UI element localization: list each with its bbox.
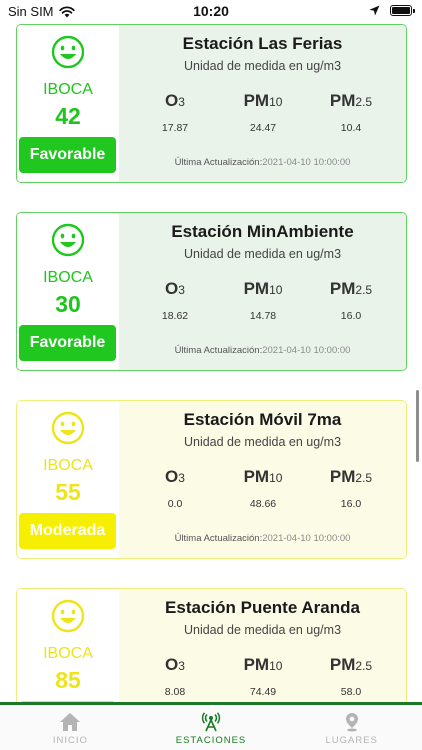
air-quality-badge: Favorable bbox=[19, 137, 116, 173]
pollutant-o3-value: 17.87 bbox=[161, 122, 189, 134]
status-bar: Sin SIM 10:20 bbox=[0, 0, 422, 24]
pollutant-o3: O3 0.0 bbox=[135, 467, 215, 510]
pollutant-pm10: PM10 48.66 bbox=[223, 467, 303, 510]
iboca-panel: IBOCA 42 Favorable bbox=[17, 25, 119, 182]
station-details: Estación Puente Aranda Unidad de medida … bbox=[119, 589, 406, 702]
station-card[interactable]: IBOCA 85 Moderada Estación Puente Aranda… bbox=[16, 588, 407, 702]
station-details: Estación Móvil 7ma Unidad de medida en u… bbox=[119, 401, 406, 558]
last-update-time: 2021-04-10 10:00:00 bbox=[262, 533, 351, 544]
smiley-face-icon bbox=[51, 599, 85, 633]
pollutant-pm10-name: PM10 bbox=[243, 91, 283, 110]
pollutant-pm10-value: 74.49 bbox=[249, 686, 277, 698]
pollutant-pm10-value: 14.78 bbox=[249, 310, 277, 322]
pollutant-pm25-name: PM2.5 bbox=[329, 467, 373, 486]
status-icons bbox=[369, 5, 415, 16]
station-details: Estación MinAmbiente Unidad de medida en… bbox=[119, 213, 406, 370]
pollutant-o3: O3 17.87 bbox=[135, 91, 215, 134]
pollutant-o3-value: 0.0 bbox=[167, 498, 183, 510]
unit-label: Unidad de medida en ug/m3 bbox=[183, 623, 342, 637]
place-pin-icon bbox=[345, 713, 358, 732]
pollutant-pm25-name: PM2.5 bbox=[329, 279, 373, 298]
pollutant-pm10: PM10 24.47 bbox=[223, 91, 303, 134]
station-list[interactable]: IBOCA 42 Favorable Estación Las Ferias U… bbox=[0, 24, 422, 702]
unit-label: Unidad de medida en ug/m3 bbox=[183, 247, 342, 261]
iboca-label: IBOCA bbox=[43, 645, 93, 662]
station-name: Estación Las Ferias bbox=[182, 34, 343, 53]
air-quality-badge: Moderada bbox=[19, 513, 116, 549]
last-update-time: 2021-04-10 10:00:00 bbox=[262, 345, 351, 356]
station-name: Estación MinAmbiente bbox=[171, 222, 354, 241]
station-icon bbox=[201, 712, 221, 732]
tab-inicio[interactable]: INICIO bbox=[0, 705, 141, 750]
pollutant-pm10: PM10 14.78 bbox=[223, 279, 303, 322]
location-arrow-icon bbox=[369, 5, 380, 16]
smiley-face-icon bbox=[51, 35, 85, 69]
battery-level bbox=[392, 7, 410, 14]
air-quality-badge: Favorable bbox=[19, 325, 116, 361]
pollutant-pm25-value: 16.0 bbox=[340, 498, 362, 510]
station-card[interactable]: IBOCA 42 Favorable Estación Las Ferias U… bbox=[16, 24, 407, 183]
pollutant-o3-name: O3 bbox=[165, 279, 185, 298]
iboca-label: IBOCA bbox=[43, 269, 93, 286]
pollutant-pm25: PM2.5 58.0 bbox=[311, 655, 391, 698]
pollutant-pm25-value: 58.0 bbox=[340, 686, 362, 698]
smiley-face-icon bbox=[51, 411, 85, 445]
last-update-label: Última Actualización: bbox=[174, 533, 263, 544]
pollutant-o3-value: 18.62 bbox=[161, 310, 189, 322]
iboca-label: IBOCA bbox=[43, 81, 93, 98]
station-card[interactable]: IBOCA 55 Moderada Estación Móvil 7ma Uni… bbox=[16, 400, 407, 559]
home-icon bbox=[60, 713, 81, 731]
pollutant-pm25-name: PM2.5 bbox=[329, 91, 373, 110]
last-update-label: Última Actualización: bbox=[174, 345, 263, 356]
battery-icon bbox=[390, 5, 415, 16]
pollutant-pm10-name: PM10 bbox=[243, 467, 283, 486]
last-update: Última Actualización:2021-04-10 10:00:00 bbox=[119, 345, 406, 356]
station-name: Estación Puente Aranda bbox=[165, 598, 360, 617]
iboca-value: 55 bbox=[55, 479, 81, 505]
iboca-panel: IBOCA 30 Favorable bbox=[17, 213, 119, 370]
pollutant-pm10-name: PM10 bbox=[243, 655, 283, 674]
unit-label: Unidad de medida en ug/m3 bbox=[183, 59, 342, 73]
tab-label: ESTACIONES bbox=[175, 735, 247, 746]
pollutant-o3-value: 8.08 bbox=[164, 686, 186, 698]
pollutant-o3: O3 8.08 bbox=[135, 655, 215, 698]
iboca-panel: IBOCA 85 Moderada bbox=[17, 589, 119, 702]
iboca-panel: IBOCA 55 Moderada bbox=[17, 401, 119, 558]
last-update: Última Actualización:2021-04-10 10:00:00 bbox=[119, 533, 406, 544]
station-details: Estación Las Ferias Unidad de medida en … bbox=[119, 25, 406, 182]
last-update-label: Última Actualización: bbox=[174, 157, 263, 168]
pollutant-pm25-value: 16.0 bbox=[340, 310, 362, 322]
scrollbar[interactable] bbox=[416, 390, 419, 462]
last-update: Última Actualización:2021-04-10 10:00:00 bbox=[119, 157, 406, 168]
pollutant-pm25: PM2.5 16.0 bbox=[311, 279, 391, 322]
last-update-time: 2021-04-10 10:00:00 bbox=[262, 157, 351, 168]
smiley-face-icon bbox=[51, 223, 85, 257]
pollutant-pm10: PM10 74.49 bbox=[223, 655, 303, 698]
tab-estaciones[interactable]: ESTACIONES bbox=[141, 705, 282, 750]
iboca-value: 85 bbox=[55, 667, 81, 693]
pollutant-o3-name: O3 bbox=[165, 91, 185, 110]
pollutant-pm10-name: PM10 bbox=[243, 279, 283, 298]
tab-label: LUGARES bbox=[325, 735, 378, 746]
clock: 10:20 bbox=[193, 3, 229, 19]
pollutant-pm25-value: 10.4 bbox=[340, 122, 362, 134]
pollutant-pm25-name: PM2.5 bbox=[329, 655, 373, 674]
tab-bar: INICIO ESTACIONES LUGARES bbox=[0, 702, 422, 750]
pollutant-pm25: PM2.5 16.0 bbox=[311, 467, 391, 510]
pollutant-o3-name: O3 bbox=[165, 655, 185, 674]
station-card[interactable]: IBOCA 30 Favorable Estación MinAmbiente … bbox=[16, 212, 407, 371]
station-name: Estación Móvil 7ma bbox=[183, 410, 342, 429]
pollutant-pm25: PM2.5 10.4 bbox=[311, 91, 391, 134]
unit-label: Unidad de medida en ug/m3 bbox=[183, 435, 342, 449]
tab-lugares[interactable]: LUGARES bbox=[281, 705, 422, 750]
pollutant-pm10-value: 24.47 bbox=[249, 122, 277, 134]
iboca-label: IBOCA bbox=[43, 457, 93, 474]
pollutant-o3-name: O3 bbox=[165, 467, 185, 486]
pollutant-o3: O3 18.62 bbox=[135, 279, 215, 322]
iboca-value: 42 bbox=[55, 103, 81, 129]
tab-label: INICIO bbox=[52, 735, 88, 746]
pollutant-pm10-value: 48.66 bbox=[249, 498, 277, 510]
iboca-value: 30 bbox=[55, 291, 81, 317]
